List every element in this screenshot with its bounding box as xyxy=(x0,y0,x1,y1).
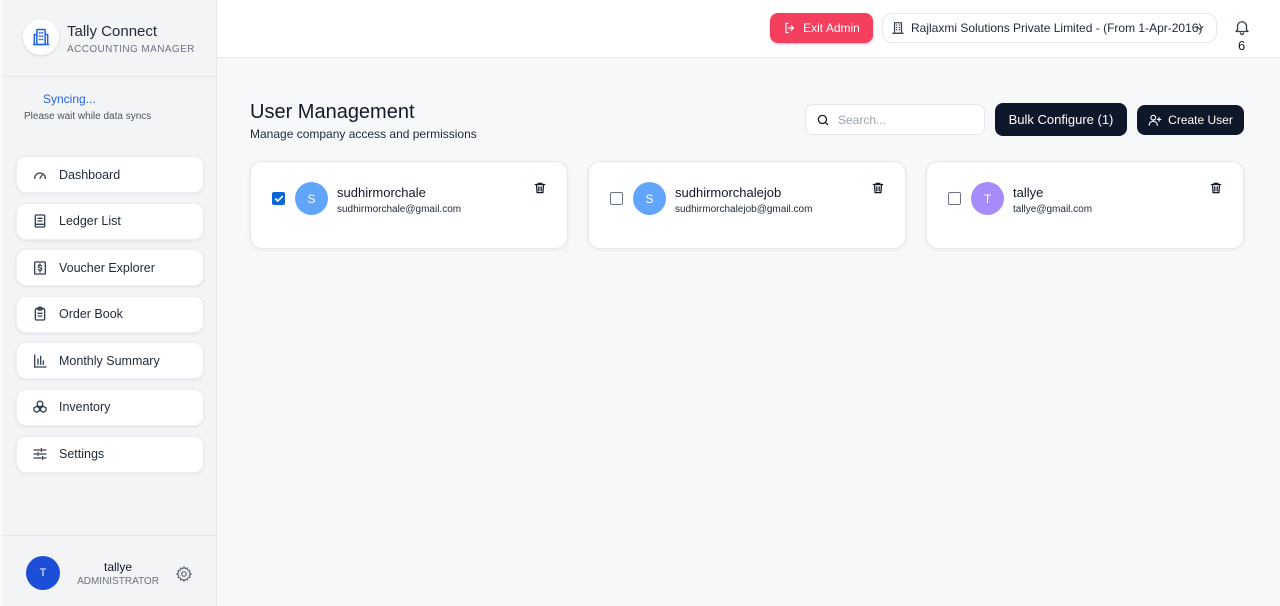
logout-icon xyxy=(785,22,795,34)
avatar: S xyxy=(295,182,328,215)
create-user-button[interactable]: Create User xyxy=(1137,105,1244,135)
sidebar-item-label: Monthly Summary xyxy=(59,353,160,368)
book-icon xyxy=(31,212,49,230)
clipboard-icon xyxy=(31,305,49,323)
sidebar-item-inventory[interactable]: Inventory xyxy=(16,388,204,426)
sidebar-nav: Dashboard Ledger List Voucher Explorer O… xyxy=(16,156,204,482)
sync-status: Syncing... xyxy=(43,92,96,106)
gauge-icon xyxy=(31,166,49,184)
building-icon xyxy=(891,21,905,35)
user-name: sudhirmorchale xyxy=(337,185,426,200)
search-box[interactable] xyxy=(805,104,985,135)
boxes-icon xyxy=(31,398,49,416)
chevron-down-icon xyxy=(1194,22,1206,34)
sidebar-item-label: Voucher Explorer xyxy=(59,260,155,275)
bulk-configure-button[interactable]: Bulk Configure (1) xyxy=(995,103,1127,136)
sidebar-item-label: Dashboard xyxy=(59,167,121,182)
sidebar-item-monthly-summary[interactable]: Monthly Summary xyxy=(16,342,204,380)
avatar[interactable]: T xyxy=(26,556,60,590)
user-email: sudhirmorchale@gmail.com xyxy=(337,204,462,215)
user-select-checkbox[interactable] xyxy=(948,192,961,205)
sidebar-item-label: Inventory xyxy=(59,400,111,415)
company-name: Rajlaxmi Solutions Private Limited - (Fr… xyxy=(911,21,1203,35)
sidebar-item-label: Settings xyxy=(59,447,105,462)
sliders-icon xyxy=(31,445,49,463)
bell-icon[interactable] xyxy=(1233,18,1251,36)
exit-admin-button[interactable]: Exit Admin xyxy=(770,13,873,43)
current-user-role: ADMINISTRATOR xyxy=(77,576,159,587)
user-card: T tallye tallye@gmail.com xyxy=(926,161,1244,249)
app-title: Tally Connect xyxy=(67,23,158,40)
search-input[interactable] xyxy=(838,112,968,127)
search-icon xyxy=(817,114,829,125)
sidebar-item-voucher-explorer[interactable]: Voucher Explorer xyxy=(16,249,204,287)
dollar-receipt-icon xyxy=(31,259,49,277)
user-card: S sudhirmorchalejob sudhirmorchalejob@gm… xyxy=(588,161,906,249)
brand-header: Tally Connect ACCOUNTING MANAGER xyxy=(3,0,217,77)
user-email: sudhirmorchalejob@gmail.com xyxy=(675,204,813,215)
user-name: tallye xyxy=(1013,185,1044,200)
sidebar-item-label: Order Book xyxy=(59,307,123,322)
sidebar: Tally Connect ACCOUNTING MANAGER Syncing… xyxy=(3,0,217,606)
user-email: tallye@gmail.com xyxy=(1013,204,1093,215)
page-title: User Management xyxy=(250,101,415,123)
create-user-label: Create User xyxy=(1168,113,1233,127)
sync-message: Please wait while data syncs xyxy=(24,111,152,122)
sidebar-item-label: Ledger List xyxy=(59,214,121,229)
bar-chart-icon xyxy=(31,352,49,370)
user-select-checkbox[interactable] xyxy=(610,192,623,205)
notification-count: 6 xyxy=(1238,38,1246,53)
page-subtitle: Manage company access and permissions xyxy=(250,127,477,141)
exit-admin-label: Exit Admin xyxy=(803,21,860,35)
user-profile: T tallye ADMINISTRATOR xyxy=(3,535,217,606)
avatar: T xyxy=(971,182,1004,215)
sidebar-item-settings[interactable]: Settings xyxy=(16,435,204,473)
top-header: Exit Admin Rajlaxmi Solutions Private Li… xyxy=(217,0,1280,58)
gear-icon[interactable] xyxy=(175,565,193,583)
user-plus-icon xyxy=(1148,114,1162,126)
company-selector[interactable]: Rajlaxmi Solutions Private Limited - (Fr… xyxy=(882,13,1217,43)
user-card: S sudhirmorchale sudhirmorchale@gmail.co… xyxy=(250,161,568,249)
building-icon xyxy=(23,19,59,55)
app-subtitle: ACCOUNTING MANAGER xyxy=(67,44,195,55)
sidebar-item-ledger-list[interactable]: Ledger List xyxy=(16,202,204,240)
check-icon xyxy=(274,195,283,202)
trash-icon[interactable] xyxy=(533,181,548,196)
sidebar-item-dashboard[interactable]: Dashboard xyxy=(16,156,204,193)
trash-icon[interactable] xyxy=(1209,181,1224,196)
avatar: S xyxy=(633,182,666,215)
current-user-name: tallye xyxy=(103,560,132,574)
user-select-checkbox[interactable] xyxy=(272,192,285,205)
sidebar-item-order-book[interactable]: Order Book xyxy=(16,295,204,333)
trash-icon[interactable] xyxy=(871,181,886,196)
user-name: sudhirmorchalejob xyxy=(675,185,782,200)
